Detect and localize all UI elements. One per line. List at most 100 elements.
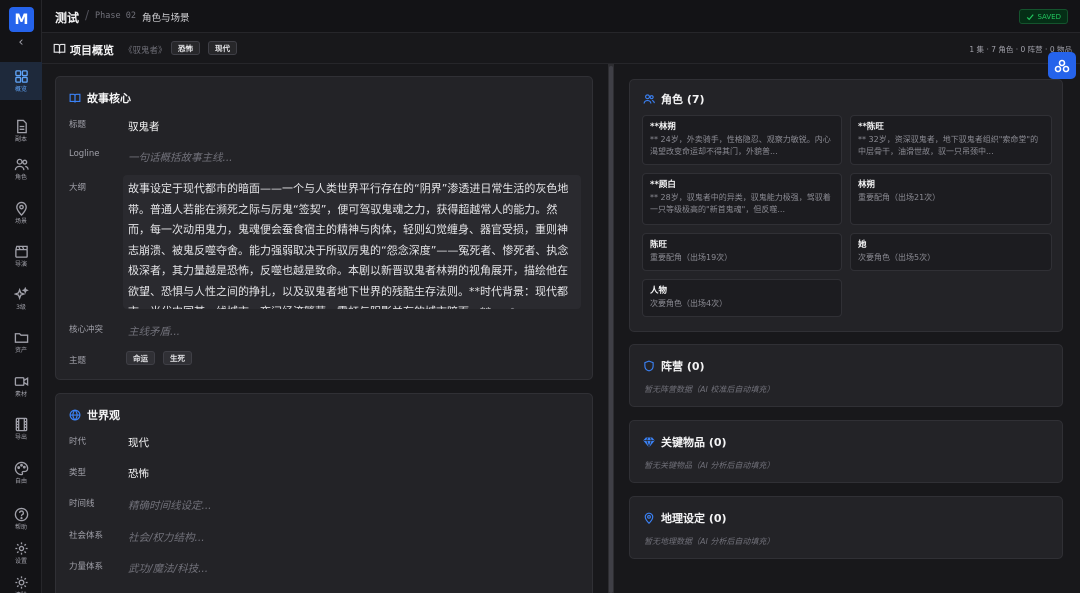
sidebar-item-assets[interactable]: 资产 (0, 323, 42, 361)
sidebar-item-level3[interactable]: 3级 (0, 280, 42, 318)
sidebar-item-label: 角色 (14, 174, 27, 181)
synopsis-label: 大纲 (69, 183, 87, 193)
power-field[interactable]: 武功/魔法/科技... (128, 561, 208, 576)
app-logo[interactable]: M (9, 7, 34, 32)
sidebar-item-overview[interactable]: 概览 (0, 62, 42, 100)
saved-badge: SAVED (1019, 9, 1068, 24)
sidebar-item-free[interactable]: 自由 (0, 454, 42, 492)
sidebar-item-label: 副本 (14, 136, 27, 143)
factions-header: 阵营 (0) (643, 358, 705, 374)
sidebar-item-script[interactable]: 副本 (0, 112, 42, 150)
era-value[interactable]: 现代 (128, 435, 149, 450)
sidebar-item-characters[interactable]: 角色 (0, 150, 42, 188)
sparkles-icon (13, 287, 29, 301)
ai-assistant-button[interactable] (1048, 52, 1076, 79)
gear-icon (14, 542, 28, 555)
sidebar-item-label: 帮助 (14, 524, 27, 531)
sidebar-item-help[interactable]: 帮助 (0, 500, 42, 538)
video-icon (14, 377, 28, 386)
items-panel: 关键物品 (0) 暂无关键物品（AI 分析后自动填充） (629, 420, 1063, 483)
story-core-title: 故事核心 (87, 92, 131, 105)
sun-icon (14, 576, 28, 589)
assistant-icon (1054, 59, 1070, 72)
page-header: 项目概览 《驭鬼者》 恐怖 现代 1 集 · 7 角色 · 0 阵营 · 0 物… (42, 33, 1080, 64)
character-name: **顾白 (650, 180, 676, 190)
sidebar: M ‹ 概览 副本 角色 场景 导演 3级 资产 素材 导出 自由 帮助 设置 (0, 0, 42, 593)
sidebar-item-label: 自由 (14, 478, 27, 485)
items-empty: 暂无关键物品（AI 分析后自动填充） (644, 461, 775, 470)
synopsis-text: 故事设定于现代都市的暗面——一个与人类世界平行存在的“阴界”渗透进日常生活的灰色… (128, 182, 569, 309)
chevron-left-icon[interactable]: ‹ (14, 36, 28, 50)
sidebar-item-label: 场景 (14, 218, 27, 225)
grid-icon (14, 70, 28, 83)
scrollbar-thumb[interactable] (609, 66, 613, 593)
character-card[interactable]: **林朔 ** 24岁，外卖骑手，性格隐忍、观察力敏锐。内心渴望改变命运却不得其… (642, 115, 842, 165)
genre-tag: 恐怖 (171, 41, 200, 55)
power-label: 力量体系 (69, 562, 104, 572)
logline-field[interactable]: 一句话概括故事主线... (128, 150, 233, 165)
theme-tag[interactable]: 命运 (126, 351, 155, 365)
phase-label: Phase 02 (95, 11, 136, 21)
sidebar-item-label: 素材 (14, 391, 27, 398)
conflict-label: 核心冲突 (69, 325, 104, 335)
factions-panel: 阵营 (0) 暂无阵营数据（AI 校准后自动填充） (629, 344, 1063, 407)
character-card[interactable]: 陈旺 重要配角（出场19次） (642, 233, 842, 271)
sidebar-item-export[interactable]: 导出 (0, 410, 42, 448)
character-card[interactable]: **顾白 ** 28岁，驭鬼者中的异类，驭鬼能力极强，驾驭着一只等级极高的"新首… (642, 173, 842, 225)
theme-tag[interactable]: 生死 (163, 351, 192, 365)
society-label: 社会体系 (69, 531, 104, 541)
era-label: 时代 (69, 437, 87, 447)
characters-panel: 角色 (7) **林朔 ** 24岁，外卖骑手，性格隐忍、观察力敏锐。内心渴望改… (629, 79, 1063, 332)
character-card[interactable]: 林朔 重要配角（出场21次） (850, 173, 1052, 225)
folder-icon (14, 333, 28, 343)
society-field[interactable]: 社会/权力结构... (128, 530, 205, 545)
film-icon (15, 417, 27, 432)
sidebar-item-director[interactable]: 导演 (0, 237, 42, 275)
items-header: 关键物品 (0) (643, 434, 727, 450)
character-desc: 次要角色（出场4次） (650, 299, 728, 308)
sidebar-item-clear[interactable]: 清除 (0, 568, 42, 593)
world-title: 世界观 (87, 409, 120, 422)
character-desc: ** 32岁，资深驭鬼者，地下驭鬼者组织"索命堂"的中层骨干，油滑世故，驭一只吊… (858, 135, 1039, 156)
character-desc: 重要配角（出场19次） (650, 253, 733, 262)
shield-icon (644, 360, 654, 372)
users-icon (643, 94, 655, 104)
breadcrumb-page: 角色与场景 (142, 13, 190, 24)
character-desc: 次要角色（出场5次） (858, 253, 936, 262)
genre-value[interactable]: 恐怖 (128, 466, 149, 481)
conflict-field[interactable]: 主线矛盾... (128, 324, 180, 339)
story-core-panel: 故事核心 标题 驭鬼者 Logline 一句话概括故事主线... 大纲 故事设定… (55, 76, 593, 380)
users-icon (14, 158, 29, 171)
geography-panel: 地理设定 (0) 暂无地理数据（AI 分析后自动填充） (629, 496, 1063, 559)
logline-label: Logline (69, 149, 100, 159)
era-tag: 现代 (208, 41, 237, 55)
timeline-field[interactable]: 精确时间线设定... (128, 498, 212, 513)
gem-icon (643, 437, 655, 448)
story-core-header: 故事核心 (69, 90, 131, 106)
character-name: 人物 (650, 286, 668, 296)
synopsis-field[interactable]: 故事设定于现代都市的暗面——一个与人类世界平行存在的“阴界”渗透进日常生活的灰色… (123, 175, 581, 309)
top-bar: 测试 / Phase 02 角色与场景 SAVED (42, 0, 1080, 33)
project-subtitle: 《驭鬼者》 (124, 46, 167, 56)
sidebar-item-scenes[interactable]: 场景 (0, 194, 42, 232)
character-desc: ** 24岁，外卖骑手，性格隐忍、观察力敏锐。内心渴望改变命运却不得其门，外貌普… (650, 135, 831, 156)
sidebar-item-label: 设置 (14, 558, 27, 565)
character-card[interactable]: 她 次要角色（出场5次） (850, 233, 1052, 271)
sidebar-item-material[interactable]: 素材 (0, 367, 42, 405)
project-title[interactable]: 测试 (55, 9, 79, 26)
character-name: 林朔 (858, 180, 876, 190)
globe-icon (69, 409, 81, 421)
character-card[interactable]: 人物 次要角色（出场4次） (642, 279, 842, 317)
character-card[interactable]: **陈旺 ** 32岁，资深驭鬼者，地下驭鬼者组织"索命堂"的中层骨干，油滑世故… (850, 115, 1052, 165)
character-desc: 重要配角（出场21次） (858, 193, 941, 202)
title-value[interactable]: 驭鬼者 (128, 119, 160, 134)
character-desc: ** 28岁，驭鬼者中的异类，驭鬼能力极强，驾驭着一只等级极高的"新首鬼魂"，但… (650, 193, 831, 214)
sidebar-item-label: 导出 (14, 434, 27, 441)
timeline-label: 时间线 (69, 499, 95, 509)
pencil-icon[interactable]: ✎ (510, 307, 518, 309)
characters-header: 角色 (7) (643, 91, 705, 107)
world-panel: 世界观 时代 现代 类型 恐怖 时间线 精确时间线设定... 社会体系 社会/权… (55, 393, 593, 593)
geography-empty: 暂无地理数据（AI 分析后自动填充） (644, 537, 775, 546)
sidebar-item-settings[interactable]: 设置 (0, 534, 42, 572)
map-pin-icon (15, 201, 27, 216)
